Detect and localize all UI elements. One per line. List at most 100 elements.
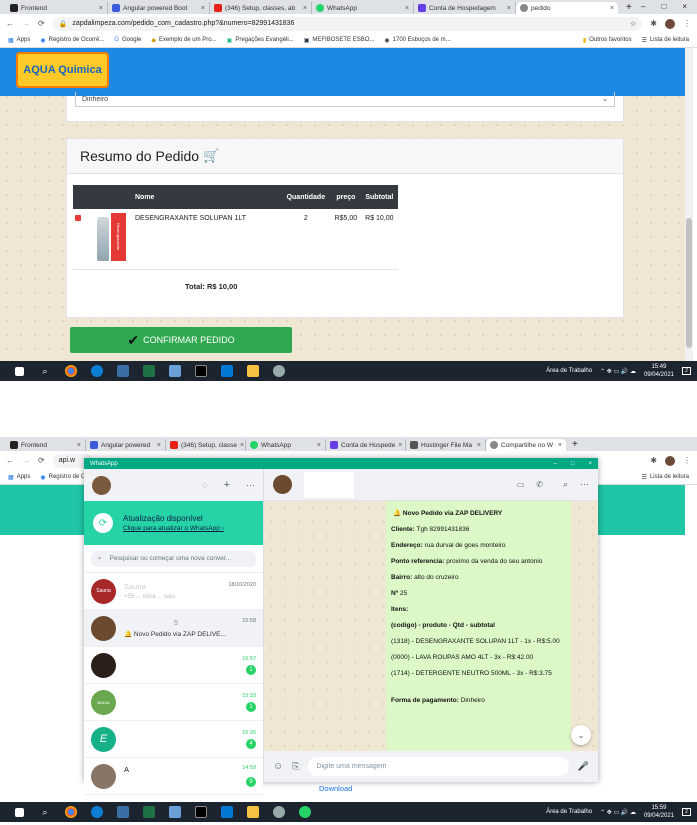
menu-icon[interactable]: ⋮	[683, 19, 691, 28]
app-icon[interactable]	[266, 361, 292, 381]
folder-icon[interactable]	[240, 361, 266, 381]
excel-icon[interactable]	[136, 802, 162, 822]
terminal-icon[interactable]	[188, 802, 214, 822]
close-window-button[interactable]: ×	[682, 2, 687, 14]
scroll-down-button[interactable]: ⌄	[571, 725, 591, 745]
close-icon[interactable]: ×	[201, 5, 205, 12]
close-icon[interactable]: ×	[240, 442, 244, 449]
star-icon[interactable]: ☆	[630, 20, 636, 28]
edge-icon[interactable]	[84, 802, 110, 822]
close-window-button[interactable]: ×	[588, 461, 592, 467]
bookmark-outros[interactable]: ▮ Outros favoritos	[583, 37, 632, 44]
vscode-icon[interactable]	[214, 802, 240, 822]
list-item[interactable]: 5 15:58 🔔 Novo Pedido via ZAP DELIVE...	[84, 610, 263, 647]
contact-name[interactable]	[304, 471, 354, 498]
chrome-icon[interactable]	[58, 802, 84, 822]
forward-icon[interactable]: →	[22, 456, 30, 465]
tab-compartilhe[interactable]: Compartilhe no W ×	[486, 439, 566, 451]
desktop-label[interactable]: Área de Trabalho	[546, 368, 592, 374]
close-icon[interactable]: ×	[398, 442, 402, 449]
forward-icon[interactable]: →	[22, 19, 30, 28]
app-icon[interactable]	[162, 361, 188, 381]
reload-icon[interactable]: ⟳	[38, 456, 45, 465]
close-icon[interactable]: ×	[99, 5, 103, 12]
app-icon[interactable]	[266, 802, 292, 822]
vscode-icon[interactable]	[214, 361, 240, 381]
tray-icons[interactable]: ⌃ ✥ ▭ 🔊 ☁	[600, 368, 636, 375]
tab-file-manager[interactable]: Hostinger File Ma ×	[406, 439, 486, 451]
bookmark-lista[interactable]: ☰ Lista de leitura	[642, 474, 689, 481]
scrollbar[interactable]	[685, 48, 693, 361]
desktop-label[interactable]: Área de Trabalho	[546, 809, 592, 815]
menu-icon[interactable]: ⋮	[683, 456, 691, 465]
close-icon[interactable]: ×	[157, 442, 161, 449]
maximize-button[interactable]: □	[571, 461, 575, 467]
tab-hosting[interactable]: Conta de Hospede ×	[326, 439, 406, 451]
back-icon[interactable]: ←	[6, 19, 14, 28]
close-icon[interactable]: ×	[405, 5, 409, 12]
close-icon[interactable]: ×	[610, 5, 614, 12]
address-bar[interactable]: 🔒 zapdalimpeza.com/pedido_com_cadastro.ph…	[52, 16, 643, 31]
close-icon[interactable]: ×	[317, 442, 321, 449]
bookmark-exemplo[interactable]: ◆ Exemplo de um Pro...	[151, 37, 216, 44]
notification-icon[interactable]: 2	[682, 367, 691, 375]
close-icon[interactable]: ×	[507, 5, 511, 12]
profile-avatar[interactable]	[665, 18, 675, 29]
tab-pedido[interactable]: pedido ×	[516, 2, 618, 14]
search-icon[interactable]: ⌕	[32, 361, 58, 381]
list-item[interactable]: 15:57 1	[84, 647, 263, 684]
minimize-button[interactable]: –	[641, 2, 645, 14]
bookmark-mefibosete[interactable]: ▣ MEFIBOSETE ESBO...	[304, 37, 375, 44]
windows-start-icon[interactable]	[6, 361, 32, 381]
emoji-icon[interactable]: ☺	[273, 761, 283, 772]
close-icon[interactable]: ×	[477, 442, 481, 449]
scrollbar-thumb[interactable]	[686, 218, 692, 348]
tab-hosting[interactable]: Conta de Hospedagem ×	[414, 2, 516, 14]
app-icon[interactable]	[162, 802, 188, 822]
tab-whatsapp[interactable]: WhatsApp ×	[246, 439, 326, 451]
site-logo[interactable]: AQUA Quimica	[16, 52, 109, 88]
video-call-icon[interactable]: ▭	[517, 480, 525, 489]
voice-call-icon[interactable]: ✆	[536, 480, 543, 489]
payment-select[interactable]: Dinheiro ⌄	[75, 92, 615, 107]
tab-youtube[interactable]: (346) Setup, classes, ab ×	[210, 2, 312, 14]
bookmark-apps[interactable]: ▦ Apps	[8, 37, 30, 44]
avatar[interactable]	[273, 475, 292, 494]
microphone-icon[interactable]: 🎤	[578, 761, 589, 772]
bookmark-apps[interactable]: ▦ Apps	[8, 474, 30, 481]
bookmark-google[interactable]: G Google	[114, 37, 141, 43]
close-icon[interactable]: ×	[77, 442, 81, 449]
notification-icon[interactable]: 2	[682, 808, 691, 816]
bookmark-lista[interactable]: ☰ Lista de leitura	[642, 37, 689, 44]
confirm-order-button[interactable]: ✔ CONFIRMAR PEDIDO	[70, 327, 292, 353]
search-input[interactable]: ⌕ Pesquisar ou começar uma nova conver...	[91, 550, 256, 567]
tray-icons[interactable]: ⌃ ✥ ▭ 🔊 ☁	[600, 809, 636, 816]
maximize-button[interactable]: □	[661, 2, 666, 14]
extensions-icon[interactable]: ✱	[650, 456, 657, 465]
tab-youtube[interactable]: (346) Setup, classe ×	[166, 439, 246, 451]
new-tab-button[interactable]: +	[618, 2, 640, 14]
whatsapp-icon[interactable]	[292, 802, 318, 822]
app-icon[interactable]	[110, 361, 136, 381]
list-item[interactable]: E 15:26 4	[84, 721, 263, 758]
status-icon[interactable]: ◌	[202, 480, 207, 490]
reload-icon[interactable]: ⟳	[38, 19, 45, 28]
excel-icon[interactable]	[136, 361, 162, 381]
terminal-icon[interactable]	[188, 361, 214, 381]
remove-item-icon[interactable]	[75, 215, 81, 221]
folder-icon[interactable]	[240, 802, 266, 822]
bookmark-registro[interactable]: ◉ Registro de O	[40, 474, 85, 481]
menu-icon[interactable]: ⋯	[246, 480, 255, 491]
avatar[interactable]	[92, 475, 111, 495]
tab-angular[interactable]: Angular powered ×	[86, 439, 166, 451]
update-link[interactable]: Clique para atualizar o WhatsApp ›	[123, 525, 224, 532]
clock[interactable]: 15:59 09/04/2021	[644, 804, 674, 820]
clock[interactable]: 15:49 09/04/2021	[644, 363, 674, 379]
edge-icon[interactable]	[84, 361, 110, 381]
new-tab-button[interactable]: +	[566, 439, 584, 451]
back-icon[interactable]: ←	[6, 456, 14, 465]
list-item[interactable]: A 14:59 9	[84, 758, 263, 795]
bookmark-1700[interactable]: ◉ 1700 Esboços de m...	[384, 37, 450, 44]
list-item[interactable]: Sauna Sauna 18/10/2020 +55 ... nova ... sai…	[84, 573, 263, 610]
download-link[interactable]: Download	[319, 784, 352, 793]
